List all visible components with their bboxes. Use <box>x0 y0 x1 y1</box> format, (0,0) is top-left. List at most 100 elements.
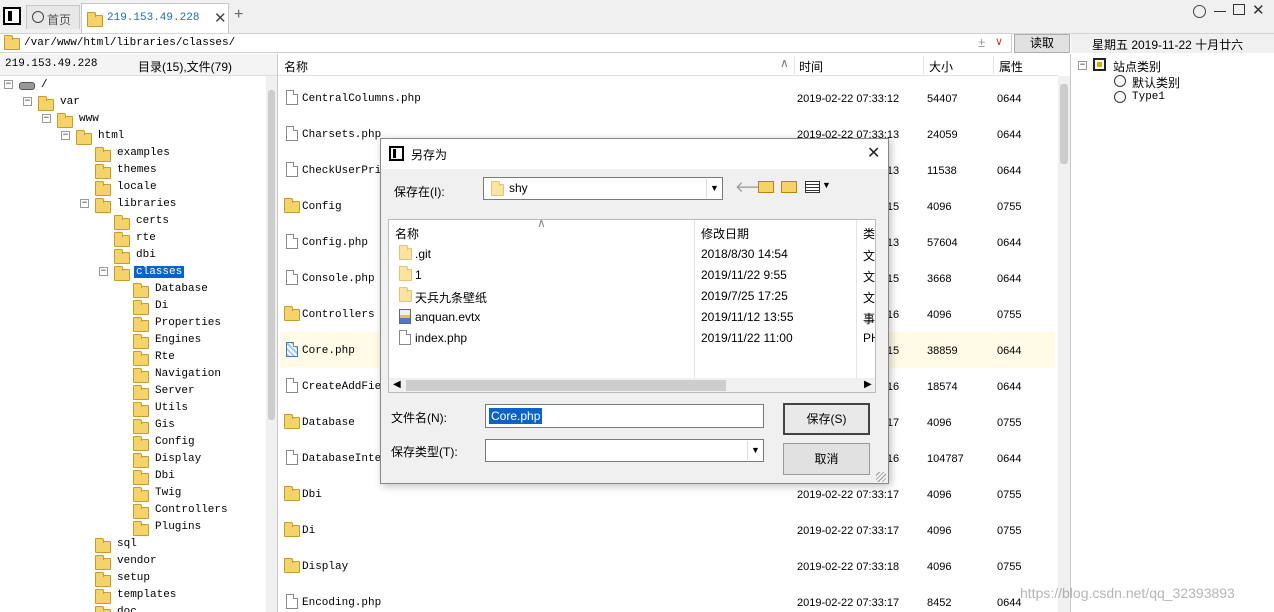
list-item[interactable]: .git 2018/8/30 14:54 文 <box>389 244 875 264</box>
tree-item[interactable]: rte <box>136 232 156 244</box>
chevron-down-icon[interactable]: ▼ <box>822 180 831 190</box>
filetype-select[interactable]: ▼ <box>485 439 764 462</box>
tree-item[interactable]: dbi <box>136 249 156 261</box>
dropdown-arrow-icon[interactable]: ▼ <box>706 179 722 198</box>
new-tab-icon[interactable]: + <box>234 6 243 24</box>
maximize-icon[interactable] <box>1233 4 1245 15</box>
dialog-hscrollbar[interactable]: ◀ ▶ <box>389 378 875 392</box>
tree-item[interactable]: sql <box>117 538 137 550</box>
tree-item[interactable]: www <box>79 113 99 125</box>
tree-item[interactable]: var <box>60 96 80 108</box>
close-window-icon[interactable]: ✕ <box>1252 1 1265 19</box>
col-name[interactable]: 名称 <box>284 58 308 75</box>
list-item[interactable]: anquan.evtx 2019/11/12 13:55 事 <box>389 307 875 327</box>
filename-input[interactable]: Core.php <box>485 404 764 428</box>
tree-item[interactable]: templates <box>117 589 176 601</box>
cell-name: Encoding.php <box>302 597 382 609</box>
tree-item[interactable]: Config <box>155 436 195 448</box>
dialog-file-list[interactable]: ∧ 名称 修改日期 类 .git 2018/8/30 14:54 文 1 2019/11… <box>388 219 876 393</box>
minimize-icon[interactable] <box>1214 11 1226 12</box>
view-menu-icon[interactable] <box>805 181 820 193</box>
file-scroll-thumb[interactable] <box>1060 84 1068 164</box>
tree-toggle[interactable]: − <box>23 97 32 106</box>
dialog-col-name[interactable]: 名称 <box>395 225 419 242</box>
list-item[interactable]: index.php 2019/11/22 11:00 PH <box>389 328 875 348</box>
tree-item[interactable]: / <box>41 79 48 91</box>
tree-item[interactable]: examples <box>117 147 170 159</box>
tree-item[interactable]: vendor <box>117 555 157 567</box>
tree-item[interactable]: Dbi <box>155 470 175 482</box>
file-scrollbar[interactable] <box>1058 76 1070 612</box>
category-item[interactable]: 默认类别 <box>1132 74 1180 91</box>
tree-item[interactable]: classes <box>134 266 185 278</box>
save-button[interactable]: 保存(S) <box>783 403 870 435</box>
table-row[interactable]: Display 2019-02-22 07:33:18 4096 0755 <box>280 548 1055 584</box>
tree-toggle[interactable]: − <box>80 199 89 208</box>
dialog-col-type[interactable]: 类 <box>863 225 875 242</box>
tree-item[interactable]: Plugins <box>155 521 201 533</box>
address-bar[interactable]: /var/www/html/libraries/classes/ ± ∨ <box>0 34 1012 53</box>
tree-scroll-thumb[interactable] <box>268 90 275 420</box>
list-item[interactable]: 天兵九条壁纸 2019/7/25 17:25 文 <box>389 286 875 306</box>
tree-item[interactable]: Twig <box>155 487 181 499</box>
tree-item[interactable]: libraries <box>117 198 176 210</box>
dialog-close-icon[interactable]: ✕ <box>867 143 880 163</box>
up-folder-icon[interactable] <box>758 181 774 193</box>
tree-item[interactable]: Display <box>155 453 201 465</box>
table-row[interactable]: CentralColumns.php 2019-02-22 07:33:12 544… <box>280 80 1055 116</box>
tree-toggle[interactable]: − <box>4 80 13 89</box>
category-item[interactable]: Type1 <box>1132 91 1165 103</box>
tree-item[interactable]: Navigation <box>155 368 221 380</box>
folder-icon <box>95 555 111 570</box>
table-row[interactable]: Di 2019-02-22 07:33:17 4096 0755 <box>280 512 1055 548</box>
tab-home[interactable]: 首页 <box>26 5 80 29</box>
tree-toggle[interactable]: − <box>61 131 70 140</box>
chevron-down-icon[interactable]: ∨ <box>995 35 1003 48</box>
tree-item[interactable]: Database <box>155 283 208 295</box>
scroll-right-icon[interactable]: ▶ <box>864 379 872 390</box>
col-attr[interactable]: 属性 <box>999 58 1023 75</box>
circle-icon[interactable] <box>1193 5 1206 18</box>
tab-active[interactable]: 219.153.49.228 ✕ <box>81 3 229 33</box>
category-root[interactable]: 站点类别 <box>1113 58 1161 75</box>
scroll-left-icon[interactable]: ◀ <box>393 379 401 390</box>
new-folder-icon[interactable] <box>781 181 797 193</box>
tree-item[interactable]: Utils <box>155 402 188 414</box>
tree-item[interactable]: Rte <box>155 351 175 363</box>
pin-icon[interactable]: ± <box>978 35 985 50</box>
tree-item[interactable]: setup <box>117 572 150 584</box>
folder-icon <box>284 486 300 501</box>
resize-grip-icon[interactable] <box>876 472 886 482</box>
tree-item[interactable]: certs <box>136 215 169 227</box>
tree-item[interactable]: locale <box>117 181 157 193</box>
tree-scrollbar[interactable] <box>266 76 277 612</box>
tree-item[interactable]: Di <box>155 300 168 312</box>
tree-toggle[interactable]: − <box>99 267 108 276</box>
dialog-col-date[interactable]: 修改日期 <box>701 225 749 242</box>
col-time[interactable]: 时间 <box>799 58 823 75</box>
tree-item[interactable]: Properties <box>155 317 221 329</box>
close-tab-icon[interactable]: ✕ <box>214 9 227 27</box>
cancel-button[interactable]: 取消 <box>783 443 870 475</box>
tree-item[interactable]: html <box>98 130 124 142</box>
tree-item[interactable]: Engines <box>155 334 201 346</box>
dropdown-arrow-icon[interactable]: ▼ <box>747 441 763 460</box>
tree-item[interactable]: Controllers <box>155 504 228 516</box>
read-button[interactable]: 读取 <box>1014 34 1070 53</box>
folder-icon <box>133 334 149 349</box>
tree-item[interactable]: doc <box>117 606 137 612</box>
tree-toggle[interactable]: − <box>42 114 51 123</box>
tree-item[interactable]: Gis <box>155 419 175 431</box>
category-item-icon <box>1114 75 1126 87</box>
col-size[interactable]: 大小 <box>929 58 953 75</box>
table-row[interactable]: Encoding.php 2019-02-22 07:33:17 8452 0644 <box>280 584 1055 612</box>
cell-size: 4096 <box>927 489 952 501</box>
collapse-toggle[interactable]: − <box>1078 61 1087 70</box>
directory-tree[interactable]: − / − var − www − html examples themes locale − libr… <box>0 76 266 612</box>
tree-item[interactable]: themes <box>117 164 157 176</box>
file-icon <box>286 162 298 177</box>
list-item[interactable]: 1 2019/11/22 9:55 文 <box>389 265 875 285</box>
dialog-scroll-thumb[interactable] <box>406 380 726 391</box>
tree-item[interactable]: Server <box>155 385 195 397</box>
save-in-select[interactable]: shy ▼ <box>483 177 723 200</box>
